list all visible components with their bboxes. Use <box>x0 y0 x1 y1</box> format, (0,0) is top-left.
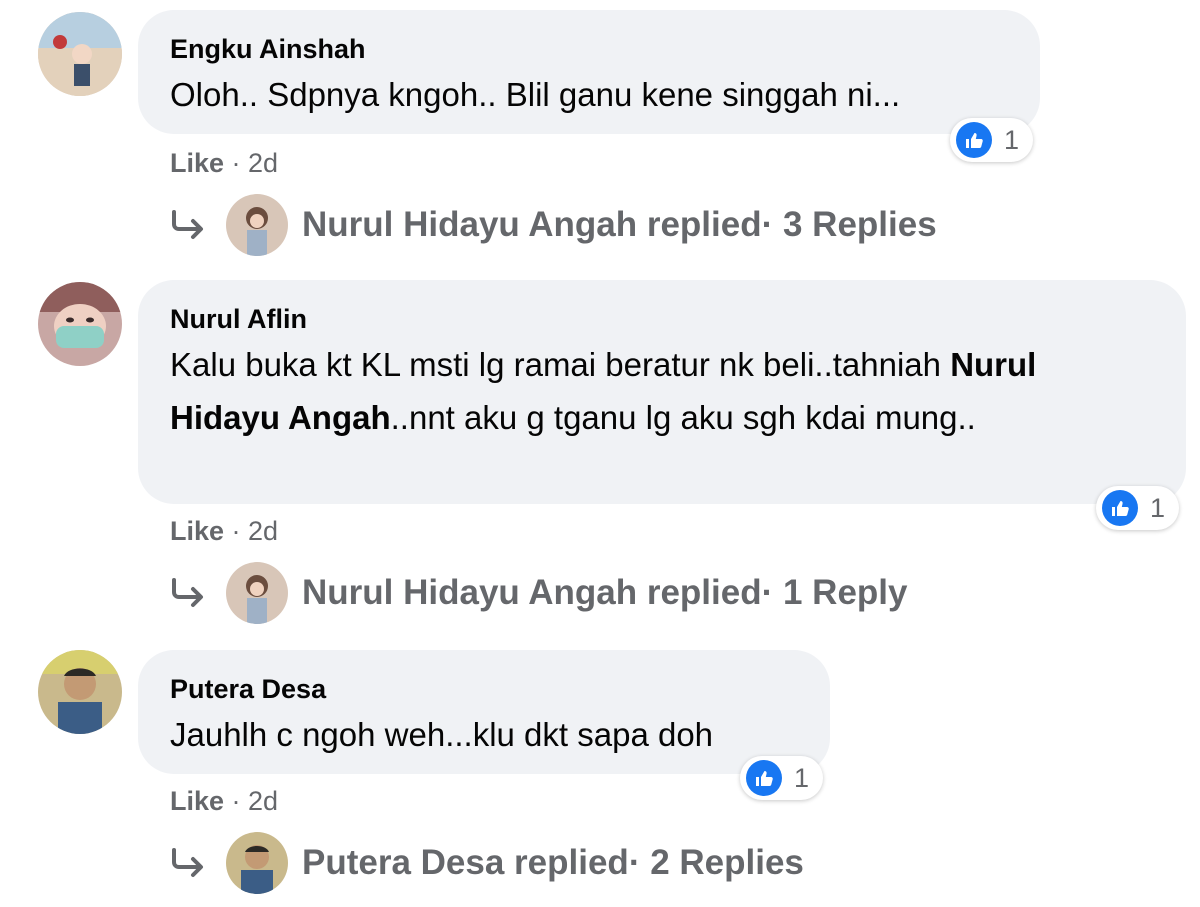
like-link[interactable]: Like <box>170 148 224 178</box>
avatar[interactable] <box>38 650 122 734</box>
replies-count[interactable]: · 2 Replies <box>629 843 804 883</box>
replier-avatar <box>226 194 288 256</box>
timestamp[interactable]: · 2d <box>224 148 279 178</box>
comment-bubble: Engku Ainshah Oloh.. Sdpnya kngoh.. Blil… <box>138 10 1040 134</box>
comment-author[interactable]: Putera Desa <box>170 672 798 706</box>
reaction-badge[interactable]: 1 <box>740 756 824 800</box>
avatar-photo-icon <box>38 650 122 734</box>
comment-actions: Like · 2d <box>170 148 278 179</box>
reaction-count: 1 <box>1004 124 1020 155</box>
comment-text: Oloh.. Sdpnya kngoh.. Blil ganu kene sin… <box>170 76 901 113</box>
reaction-count: 1 <box>1150 492 1166 523</box>
reply-arrow-icon <box>172 210 203 239</box>
timestamp[interactable]: · 2d <box>224 516 279 546</box>
reply-arrow-icon <box>172 578 203 607</box>
replier-avatar <box>226 832 288 894</box>
comment-text-part: ..nnt aku g tganu lg aku sgh kdai mung.. <box>390 399 976 436</box>
avatar-photo-icon <box>38 282 122 366</box>
like-link[interactable]: Like <box>170 786 224 816</box>
comment-author[interactable]: Nurul Aflin <box>170 302 1154 336</box>
like-reaction-icon <box>746 760 782 796</box>
view-replies[interactable]: Nurul Hidayu Angah replied · 1 Reply <box>170 562 907 624</box>
comment-actions: Like · 2d <box>170 516 278 547</box>
like-reaction-icon <box>956 122 992 158</box>
like-reaction-icon <box>1102 490 1138 526</box>
reaction-badge[interactable]: 1 <box>1096 486 1180 530</box>
replier-name[interactable]: Putera Desa replied <box>302 843 629 883</box>
reaction-count: 1 <box>794 762 810 793</box>
replies-count[interactable]: · 3 Replies <box>762 205 937 245</box>
comment-text: Jauhlh c ngoh weh...klu dkt sapa doh <box>170 716 714 753</box>
view-replies[interactable]: Putera Desa replied · 2 Replies <box>170 832 804 894</box>
comment-text-part: Kalu buka kt KL msti lg ramai beratur nk… <box>170 346 951 383</box>
replier-avatar <box>226 562 288 624</box>
comment-text: Kalu buka kt KL msti lg ramai beratur nk… <box>170 338 1154 444</box>
like-link[interactable]: Like <box>170 516 224 546</box>
comment-author[interactable]: Engku Ainshah <box>170 32 1008 66</box>
view-replies[interactable]: Nurul Hidayu Angah replied · 3 Replies <box>170 194 937 256</box>
replier-name[interactable]: Nurul Hidayu Angah replied <box>302 573 762 613</box>
replier-name[interactable]: Nurul Hidayu Angah replied <box>302 205 762 245</box>
timestamp[interactable]: · 2d <box>224 786 279 816</box>
replies-count[interactable]: · 1 Reply <box>762 573 908 613</box>
comment-bubble: Nurul Aflin Kalu buka kt KL msti lg rama… <box>138 280 1186 504</box>
comment-bubble: Putera Desa Jauhlh c ngoh weh...klu dkt … <box>138 650 830 774</box>
avatar[interactable] <box>38 282 122 366</box>
avatar[interactable] <box>38 12 122 96</box>
avatar-photo-icon <box>38 12 122 96</box>
reply-arrow-icon <box>172 848 203 877</box>
comment-actions: Like · 2d <box>170 786 278 817</box>
reaction-badge[interactable]: 1 <box>950 118 1034 162</box>
